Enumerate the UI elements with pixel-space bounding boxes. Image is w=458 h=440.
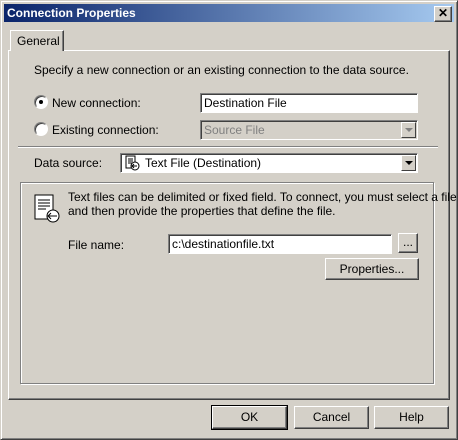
title-bar: Connection Properties ✕	[4, 4, 454, 22]
new-connection-value: Destination File	[204, 96, 287, 110]
text-file-icon	[34, 194, 60, 223]
file-name-value: c:\destinationfile.txt	[172, 237, 275, 251]
existing-connection-value: Source File	[204, 123, 265, 137]
existing-connection-radio[interactable]	[34, 122, 48, 136]
data-source-combo[interactable]: Text File (Destination)	[120, 153, 418, 173]
close-icon: ✕	[438, 6, 449, 20]
cancel-button[interactable]: Cancel	[294, 406, 369, 429]
browse-button[interactable]: ...	[398, 233, 418, 253]
properties-button[interactable]: Properties...	[325, 258, 419, 280]
info-text-line1: Text files can be delimited or fixed fie…	[68, 190, 457, 204]
data-source-label: Data source:	[34, 156, 103, 170]
ok-button[interactable]: OK	[211, 405, 288, 430]
new-connection-label: New connection:	[52, 96, 141, 110]
text-file-destination-icon	[125, 155, 140, 171]
file-name-input[interactable]: c:\destinationfile.txt	[168, 234, 392, 254]
tab-general-label: General	[17, 34, 60, 48]
info-text-line2: and then provide the properties that def…	[68, 204, 336, 218]
existing-connection-dropdown-button	[401, 122, 416, 138]
separator	[18, 146, 438, 148]
file-name-label: File name:	[68, 238, 125, 252]
new-connection-radio[interactable]	[34, 95, 48, 109]
chevron-down-icon	[405, 161, 413, 165]
intro-text: Specify a new connection or an existing …	[34, 63, 409, 77]
chevron-down-icon	[405, 128, 413, 132]
radio-selected-dot	[39, 100, 43, 104]
data-source-dropdown-button[interactable]	[401, 155, 416, 171]
window-title: Connection Properties	[7, 6, 136, 20]
new-connection-field[interactable]: Destination File	[200, 93, 418, 113]
existing-connection-combo: Source File	[200, 120, 418, 140]
data-source-value: Text File (Destination)	[145, 156, 262, 170]
help-button[interactable]: Help	[374, 406, 449, 429]
close-button[interactable]: ✕	[434, 6, 452, 22]
existing-connection-label: Existing connection:	[52, 123, 159, 137]
tab-general[interactable]: General	[10, 30, 64, 51]
